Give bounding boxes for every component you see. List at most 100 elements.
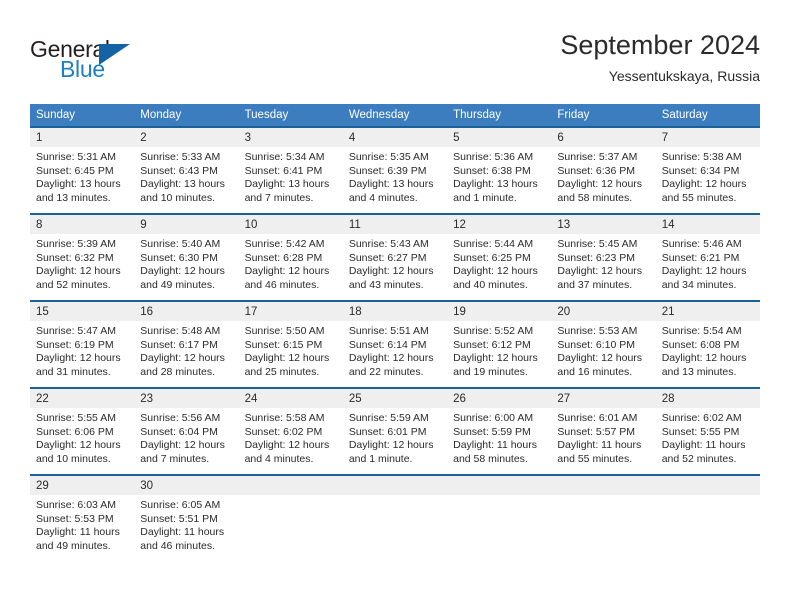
daylight-text-cont: and 13 minutes.: [661, 365, 737, 378]
calendar-day-cell[interactable]: 29 Sunrise: 6:03 AM Sunset: 5:53 PM Dayligh…: [30, 476, 135, 561]
calendar-day-cell[interactable]: 19 Sunrise: 5:52 AM Sunset: 6:12 PM Dayligh…: [447, 302, 552, 387]
calendar-day-cell[interactable]: 7 Sunrise: 5:38 AM Sunset: 6:34 PM Daylight…: [655, 128, 760, 213]
calendar-day-cell[interactable]: 26 Sunrise: 6:00 AM Sunset: 5:59 PM Dayligh…: [447, 389, 552, 474]
day-details: Sunrise: 5:48 AM Sunset: 6:17 PM Daylight:…: [134, 321, 238, 379]
calendar-day-cell[interactable]: 1 Sunrise: 5:31 AM Sunset: 6:45 PM Daylight…: [30, 128, 135, 213]
calendar-day-cell[interactable]: 14 Sunrise: 5:46 AM Sunset: 6:21 PM Dayligh…: [655, 215, 760, 300]
day-number: 8: [36, 219, 43, 231]
sunset-text: Sunset: 6:32 PM: [36, 251, 114, 264]
calendar-day-cell[interactable]: 5 Sunrise: 5:36 AM Sunset: 6:38 PM Daylight…: [447, 128, 552, 213]
day-number-band: 26: [447, 389, 552, 408]
calendar-day-cell[interactable]: 16 Sunrise: 5:48 AM Sunset: 6:17 PM Dayligh…: [134, 302, 239, 387]
sunrise-text: Sunrise: 5:50 AM: [244, 325, 325, 337]
calendar-day-cell-empty: [342, 476, 448, 561]
sunset-text: Sunset: 6:34 PM: [661, 164, 740, 177]
calendar-day-cell[interactable]: 20 Sunrise: 5:53 AM Sunset: 6:10 PM Dayligh…: [551, 302, 656, 387]
calendar-day-cell[interactable]: 30 Sunrise: 6:05 AM Sunset: 5:51 PM Dayligh…: [134, 476, 239, 561]
calendar-day-cell[interactable]: 8 Sunrise: 5:39 AM Sunset: 6:32 PM Daylight…: [30, 215, 135, 300]
day-number-band: 28: [655, 389, 760, 408]
day-number-band: 18: [342, 302, 448, 321]
daylight-text-cont: and 31 minutes.: [36, 365, 111, 378]
day-number-band: 21: [655, 302, 760, 321]
day-number-band: 3: [238, 128, 343, 147]
sunset-text: Sunset: 5:59 PM: [453, 425, 531, 438]
calendar-day-cell[interactable]: 11 Sunrise: 5:43 AM Sunset: 6:27 PM Dayligh…: [342, 215, 448, 300]
daylight-text: Daylight: 13 hours: [244, 178, 330, 191]
brand-logo[interactable]: General Blue: [30, 36, 210, 88]
sunrise-text: Sunrise: 5:40 AM: [140, 238, 221, 250]
day-number-band: 23: [134, 389, 239, 408]
weekday-header-wednesday: Wednesday: [348, 109, 410, 121]
sunset-text: Sunset: 5:53 PM: [36, 512, 114, 525]
day-number: 11: [348, 219, 361, 231]
day-number-band: [655, 476, 760, 495]
day-details: Sunrise: 5:43 AM Sunset: 6:27 PM Daylight:…: [343, 234, 447, 292]
sunrise-text: Sunrise: 5:35 AM: [348, 151, 429, 163]
day-number-band: [551, 476, 656, 495]
day-details: Sunrise: 5:52 AM Sunset: 6:12 PM Daylight:…: [447, 321, 551, 379]
day-number-band: 20: [551, 302, 656, 321]
sunrise-text: Sunrise: 5:42 AM: [244, 238, 325, 250]
day-details: Sunrise: 5:51 AM Sunset: 6:14 PM Daylight:…: [343, 321, 447, 379]
sunrise-text: Sunrise: 5:33 AM: [140, 151, 221, 163]
sunrise-text: Sunrise: 5:47 AM: [36, 325, 116, 337]
sunset-text: Sunset: 6:28 PM: [244, 251, 323, 264]
calendar-day-cell[interactable]: 9 Sunrise: 5:40 AM Sunset: 6:30 PM Daylight…: [134, 215, 239, 300]
calendar-day-cell[interactable]: 13 Sunrise: 5:45 AM Sunset: 6:23 PM Dayligh…: [551, 215, 656, 300]
day-number-band: 14: [655, 215, 760, 234]
day-details: Sunrise: 5:44 AM Sunset: 6:25 PM Daylight:…: [447, 234, 551, 292]
day-number: 24: [244, 393, 258, 405]
calendar-day-cell[interactable]: 27 Sunrise: 6:01 AM Sunset: 5:57 PM Dayligh…: [551, 389, 656, 474]
calendar-day-cell[interactable]: 23 Sunrise: 5:56 AM Sunset: 6:04 PM Dayligh…: [134, 389, 239, 474]
location-subtitle: Yessentukskaya, Russia: [608, 68, 760, 84]
day-number-band: 13: [551, 215, 656, 234]
calendar-day-cell[interactable]: 10 Sunrise: 5:42 AM Sunset: 6:28 PM Dayligh…: [238, 215, 343, 300]
calendar-day-cell[interactable]: 3 Sunrise: 5:34 AM Sunset: 6:41 PM Daylight…: [238, 128, 343, 213]
daylight-text: Daylight: 12 hours: [140, 439, 225, 452]
weekday-header-friday: Friday: [557, 109, 590, 121]
day-number: 4: [348, 132, 356, 144]
calendar-day-cell[interactable]: 21 Sunrise: 5:54 AM Sunset: 6:08 PM Dayligh…: [655, 302, 760, 387]
day-number: 29: [36, 480, 49, 492]
daylight-text: Daylight: 12 hours: [244, 265, 330, 278]
calendar-day-cell[interactable]: 24 Sunrise: 5:58 AM Sunset: 6:02 PM Dayligh…: [238, 389, 343, 474]
daylight-text-cont: and 7 minutes.: [244, 191, 314, 204]
day-details: Sunrise: 5:56 AM Sunset: 6:04 PM Daylight:…: [134, 408, 238, 466]
sunset-text: Sunset: 6:02 PM: [244, 425, 323, 438]
calendar-day-cell[interactable]: 15 Sunrise: 5:47 AM Sunset: 6:19 PM Dayligh…: [30, 302, 135, 387]
calendar-day-cell[interactable]: 25 Sunrise: 5:59 AM Sunset: 6:01 PM Dayligh…: [342, 389, 448, 474]
daylight-text: Daylight: 13 hours: [36, 178, 121, 191]
page-header: General Blue September 2024 Yessentukska…: [30, 28, 760, 96]
daylight-text-cont: and 52 minutes.: [661, 452, 737, 465]
daylight-text: Daylight: 12 hours: [557, 352, 643, 365]
calendar-day-cell[interactable]: 17 Sunrise: 5:50 AM Sunset: 6:15 PM Dayligh…: [238, 302, 343, 387]
sunrise-text: Sunrise: 6:05 AM: [140, 499, 221, 511]
calendar-day-cell[interactable]: 4 Sunrise: 5:35 AM Sunset: 6:39 PM Daylight…: [342, 128, 448, 213]
day-number: 18: [348, 306, 362, 318]
calendar-day-cell[interactable]: 6 Sunrise: 5:37 AM Sunset: 6:36 PM Daylight…: [551, 128, 656, 213]
daylight-text-cont: and 55 minutes.: [661, 191, 737, 204]
page-title: September 2024: [560, 30, 760, 60]
day-number: 25: [348, 393, 362, 405]
calendar-week-row: 1 Sunrise: 5:31 AM Sunset: 6:45 PM Daylight…: [30, 126, 760, 213]
day-number-band: 11: [342, 215, 448, 234]
day-number: 27: [557, 393, 571, 405]
day-details: Sunrise: 5:54 AM Sunset: 6:08 PM Daylight:…: [656, 321, 760, 379]
calendar-day-cell[interactable]: 2 Sunrise: 5:33 AM Sunset: 6:43 PM Daylight…: [134, 128, 239, 213]
day-number-band: [342, 476, 448, 495]
daylight-text-cont: and 49 minutes.: [36, 539, 111, 552]
sunrise-text: Sunrise: 5:56 AM: [140, 412, 221, 424]
calendar-page: General Blue September 2024 Yessentukska…: [0, 0, 792, 612]
daylight-text: Daylight: 12 hours: [244, 352, 330, 365]
daylight-text: Daylight: 11 hours: [36, 526, 120, 539]
day-details: Sunrise: 6:00 AM Sunset: 5:59 PM Daylight:…: [447, 408, 551, 466]
day-details: Sunrise: 5:39 AM Sunset: 6:32 PM Daylight:…: [30, 234, 134, 292]
day-details: Sunrise: 5:42 AM Sunset: 6:28 PM Daylight:…: [239, 234, 343, 292]
day-details: Sunrise: 5:37 AM Sunset: 6:36 PM Daylight:…: [551, 147, 655, 205]
calendar-day-cell[interactable]: 22 Sunrise: 5:55 AM Sunset: 6:06 PM Dayligh…: [30, 389, 135, 474]
calendar-day-cell[interactable]: 12 Sunrise: 5:44 AM Sunset: 6:25 PM Dayligh…: [447, 215, 552, 300]
day-details: Sunrise: 5:58 AM Sunset: 6:02 PM Daylight:…: [239, 408, 343, 466]
day-details: [239, 495, 343, 499]
calendar-day-cell[interactable]: 18 Sunrise: 5:51 AM Sunset: 6:14 PM Dayligh…: [342, 302, 448, 387]
calendar-day-cell[interactable]: 28 Sunrise: 6:02 AM Sunset: 5:55 PM Dayligh…: [655, 389, 760, 474]
